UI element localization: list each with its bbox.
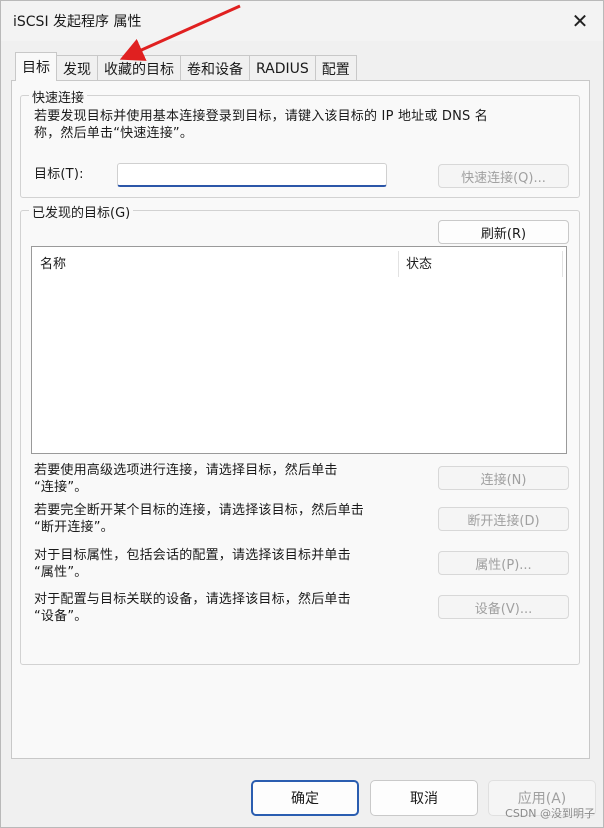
discovered-targets-title: 已发现的目标(G) [29, 202, 134, 221]
tab-discovery[interactable]: 发现 [56, 55, 98, 81]
connect-description: 若要使用高级选项进行连接，请选择目标，然后单击 “连接”。 [34, 462, 424, 496]
devices-desc-line2: “设备”。 [34, 609, 88, 624]
targets-list-header: 名称 状态 [32, 247, 566, 277]
quick-connect-button[interactable]: 快速连接(Q)... [438, 164, 569, 188]
tab-radius[interactable]: RADIUS [249, 55, 316, 81]
cancel-button[interactable]: 取消 [370, 780, 478, 816]
targets-tab-panel: 快速连接 若要发现目标并使用基本连接登录到目标，请键入该目标的 IP 地址或 D… [11, 80, 590, 759]
tab-favorite-targets[interactable]: 收藏的目标 [97, 55, 181, 81]
disconnect-desc-line1: 若要完全断开某个目标的连接，请选择该目标，然后单击 [34, 503, 365, 518]
quick-connect-group: 快速连接 若要发现目标并使用基本连接登录到目标，请键入该目标的 IP 地址或 D… [20, 87, 580, 198]
watermark-text: CSDN @没到明子 [505, 807, 595, 820]
tab-configuration[interactable]: 配置 [314, 55, 357, 81]
ok-button[interactable]: 确定 [251, 780, 359, 816]
targets-list[interactable]: 名称 状态 [31, 246, 567, 454]
disconnect-desc-line2: “断开连接”。 [34, 520, 114, 535]
column-header-status[interactable]: 状态 [406, 247, 556, 277]
column-header-name[interactable]: 名称 [40, 247, 390, 277]
close-button[interactable]: ✕ [557, 1, 603, 41]
close-icon: ✕ [571, 9, 589, 33]
tab-volumes-devices[interactable]: 卷和设备 [180, 55, 250, 81]
discovered-targets-group: 已发现的目标(G) 刷新(R) 名称 状态 若要使用高级选项进行连接，请选择目标… [20, 202, 580, 665]
quick-connect-description: 若要发现目标并使用基本连接登录到目标，请键入该目标的 IP 地址或 DNS 名 … [34, 108, 574, 142]
properties-desc-line2: “属性”。 [34, 565, 88, 580]
disconnect-button[interactable]: 断开连接(D) [438, 507, 569, 531]
title-bar: iSCSI 发起程序 属性 ✕ [1, 1, 603, 41]
target-input[interactable] [117, 163, 387, 187]
devices-button[interactable]: 设备(V)... [438, 595, 569, 619]
quick-connect-desc-line1: 若要发现目标并使用基本连接登录到目标，请键入该目标的 IP 地址或 DNS 名 [34, 109, 488, 124]
window-title: iSCSI 发起程序 属性 [13, 14, 142, 30]
quick-connect-title: 快速连接 [29, 87, 88, 106]
connect-button[interactable]: 连接(N) [438, 466, 569, 490]
connect-desc-line1: 若要使用高级选项进行连接，请选择目标，然后单击 [34, 463, 338, 478]
refresh-button[interactable]: 刷新(R) [438, 220, 569, 244]
properties-description: 对于目标属性，包括会话的配置，请选择该目标并单击 “属性”。 [34, 547, 424, 581]
target-label: 目标(T): [34, 167, 84, 182]
properties-desc-line1: 对于目标属性，包括会话的配置，请选择该目标并单击 [34, 548, 351, 563]
devices-description: 对于配置与目标关联的设备，请选择该目标，然后单击 “设备”。 [34, 591, 424, 625]
devices-desc-line1: 对于配置与目标关联的设备，请选择该目标，然后单击 [34, 592, 351, 607]
column-separator[interactable] [562, 251, 563, 277]
tab-strip: 目标 发现 收藏的目标 卷和设备 RADIUS 配置 [15, 52, 357, 81]
disconnect-description: 若要完全断开某个目标的连接，请选择该目标，然后单击 “断开连接”。 [34, 502, 424, 536]
column-separator[interactable] [398, 251, 399, 277]
properties-button[interactable]: 属性(P)... [438, 551, 569, 575]
tab-targets[interactable]: 目标 [15, 52, 57, 81]
connect-desc-line2: “连接”。 [34, 480, 88, 495]
quick-connect-desc-line2: 称，然后单击“快速连接”。 [34, 126, 194, 141]
dialog-window: iSCSI 发起程序 属性 ✕ 目标 发现 收藏的目标 卷和设备 RADIUS … [0, 0, 604, 828]
